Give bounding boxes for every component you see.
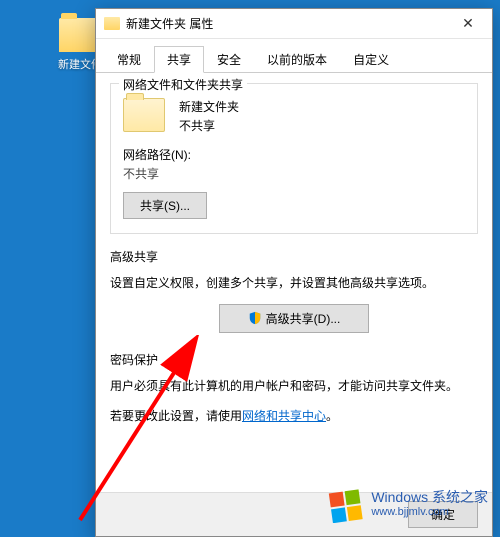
shield-icon <box>248 311 262 325</box>
folder-name: 新建文件夹 <box>179 98 239 117</box>
advanced-share-button[interactable]: 高级共享(D)... <box>219 304 370 333</box>
properties-dialog: 新建文件夹 属性 ✕ 常规 共享 安全 以前的版本 自定义 网络文件和文件夹共享… <box>95 8 493 537</box>
watermark-url: www.bjjmlv.com <box>371 506 488 519</box>
share-panel: 网络文件和文件夹共享 新建文件夹 不共享 网络路径(N): 不共享 共享(S).… <box>96 73 492 497</box>
close-button[interactable]: ✕ <box>448 10 488 38</box>
tab-custom[interactable]: 自定义 <box>340 46 402 73</box>
watermark: Windows 系统之家 www.bjjmlv.com <box>327 485 488 523</box>
share-status: 不共享 <box>179 117 239 136</box>
password-change-text: 若要更改此设置，请使用网络和共享中心。 <box>110 406 478 426</box>
tab-share[interactable]: 共享 <box>154 46 204 73</box>
network-path-value: 不共享 <box>123 165 465 182</box>
network-sharing-center-link[interactable]: 网络和共享中心 <box>242 409 326 423</box>
tab-general[interactable]: 常规 <box>104 46 154 73</box>
windows-logo-icon <box>327 485 365 523</box>
network-share-group: 网络文件和文件夹共享 新建文件夹 不共享 网络路径(N): 不共享 共享(S).… <box>110 83 478 234</box>
folder-icon <box>123 98 165 132</box>
tab-security[interactable]: 安全 <box>204 46 254 73</box>
tab-previous-versions[interactable]: 以前的版本 <box>254 46 340 73</box>
advanced-share-heading: 高级共享 <box>110 248 478 265</box>
folder-icon <box>104 17 120 30</box>
network-path-label: 网络路径(N): <box>123 146 465 163</box>
titlebar[interactable]: 新建文件夹 属性 ✕ <box>96 9 492 39</box>
tab-strip: 常规 共享 安全 以前的版本 自定义 <box>96 39 492 73</box>
group-title: 网络文件和文件夹共享 <box>119 76 247 93</box>
advanced-share-description: 设置自定义权限，创建多个共享，并设置其他高级共享选项。 <box>110 273 478 293</box>
dialog-title: 新建文件夹 属性 <box>126 15 448 32</box>
password-protect-heading: 密码保护 <box>110 351 478 368</box>
advanced-share-button-label: 高级共享(D)... <box>266 310 341 327</box>
watermark-title: Windows 系统之家 <box>371 489 488 506</box>
password-protect-description: 用户必须具有此计算机的用户帐户和密码，才能访问共享文件夹。 <box>110 376 478 396</box>
share-button[interactable]: 共享(S)... <box>123 192 207 219</box>
